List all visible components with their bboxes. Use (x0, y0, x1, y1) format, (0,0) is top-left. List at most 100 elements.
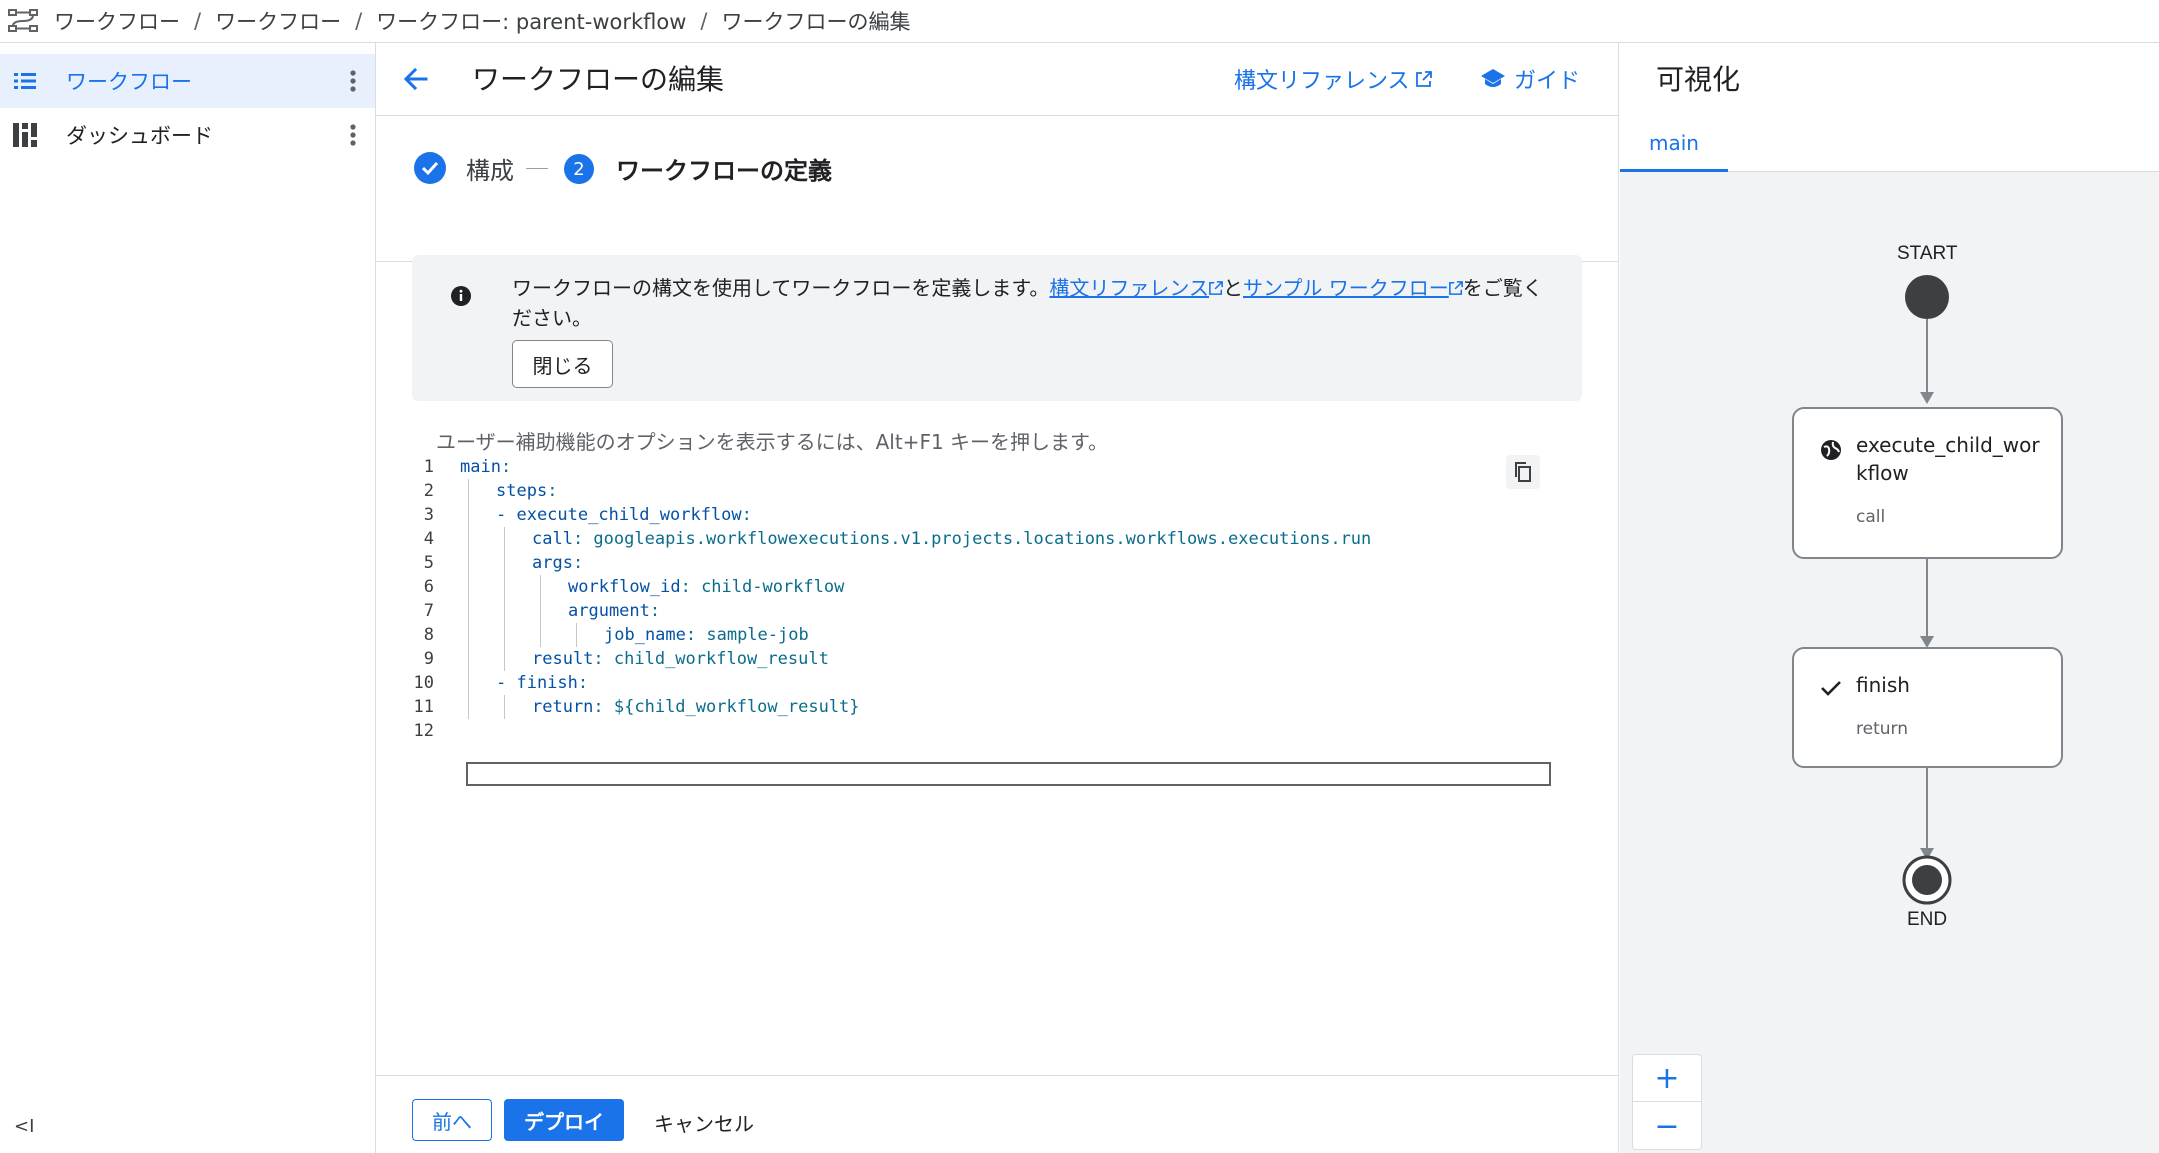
step-node-finish[interactable]: finish return (1792, 647, 2063, 768)
code-line[interactable]: 2 steps: (406, 479, 1586, 503)
code-value: : (572, 553, 584, 573)
indent-guide (468, 575, 469, 599)
code-line[interactable]: 5 args: (406, 551, 1586, 575)
code-value: : ${child_workflow_result} (593, 697, 860, 717)
sidebar-item-label: ワークフロー (66, 70, 192, 94)
sidebar-item-workflows[interactable]: ワークフロー (0, 54, 375, 108)
back-arrow-icon[interactable] (400, 63, 432, 95)
editor-header: ワークフローの編集 構文リファレンス ガイド (376, 43, 1618, 116)
dashboard-icon (12, 122, 38, 148)
more-vert-icon[interactable] (345, 67, 361, 95)
start-label: START (1897, 243, 1958, 264)
code-key: result (532, 649, 594, 669)
line-number: 5 (423, 553, 434, 573)
code-line[interactable]: 4 call: googleapis.workflowexecutions.v1.… (406, 527, 1586, 551)
previous-button[interactable]: 前へ (412, 1099, 492, 1141)
line-number: 3 (423, 505, 434, 525)
editor-footer: 前へ デプロイ キャンセル (376, 1075, 1618, 1153)
code-value: : child-workflow (680, 577, 845, 597)
code-key: - finish (496, 673, 578, 693)
globe-icon (1820, 439, 1842, 461)
indent-guide (468, 599, 469, 623)
code-key: steps (496, 481, 548, 501)
line-number: 2 (423, 481, 434, 501)
step-1-label[interactable]: 構成 (466, 151, 514, 186)
sidebar-item-label: ダッシュボード (66, 124, 213, 148)
code-text: argument: (568, 599, 660, 623)
info-text: ワークフローの構文を使用してワークフローを定義します。構文リファレンス とサンプル… (512, 273, 1562, 333)
more-vert-icon[interactable] (345, 121, 361, 149)
step-node-execute-child-workflow[interactable]: execute_child_wor kflow call (1792, 407, 2063, 559)
indent-guide (540, 623, 541, 647)
breadcrumb-item-parent-workflow[interactable]: ワークフロー: parent-workflow (376, 6, 686, 36)
editor-panel: ワークフローの編集 構文リファレンス ガイド 構成 2 ワークフローの定義 ワー… (376, 43, 1619, 1153)
breadcrumb-item-current: ワークフローの編集 (721, 10, 911, 34)
code-line[interactable]: 8 job_name: sample-job (406, 623, 1586, 647)
cancel-button[interactable]: キャンセル (654, 1108, 754, 1137)
breadcrumb-item-workflows-2[interactable]: ワークフロー (215, 6, 341, 36)
code-line[interactable]: 11 return: ${child_workflow_result} (406, 695, 1586, 719)
indent-guide (540, 599, 541, 623)
syntax-reference-link[interactable]: 構文リファレンス (1234, 63, 1432, 95)
sample-workflows-link[interactable]: サンプル ワークフロー (1243, 276, 1449, 300)
code-key: workflow_id (568, 577, 681, 597)
indent-guide (576, 623, 577, 647)
zoom-in-button[interactable]: + (1633, 1055, 1701, 1102)
node-title: finish (1856, 673, 1910, 697)
sidebar-item-dashboard[interactable]: ダッシュボード (0, 108, 375, 162)
close-button[interactable]: 閉じる (512, 340, 613, 388)
open-in-new-icon (1209, 281, 1223, 295)
arrowhead (1920, 392, 1934, 404)
deploy-button[interactable]: デプロイ (504, 1099, 624, 1141)
node-subtitle: return (1856, 719, 1908, 739)
code-line[interactable]: 7 argument: (406, 599, 1586, 623)
line-number: 6 (423, 577, 434, 597)
code-value: : (500, 457, 512, 477)
code-key: args (532, 553, 573, 573)
guide-link[interactable]: ガイド (1480, 63, 1580, 95)
code-line[interactable]: 9 result: child_workflow_result (406, 647, 1586, 671)
start-node[interactable] (1905, 275, 1949, 319)
info-text-mid: と (1223, 276, 1244, 300)
syntax-reference-inline-link[interactable]: 構文リファレンス (1049, 276, 1209, 300)
collapse-sidebar-button[interactable]: <I (14, 1116, 34, 1137)
line-number: 9 (423, 649, 434, 669)
check-icon (1820, 677, 1842, 699)
code-key: main (460, 457, 501, 477)
indent-guide (468, 503, 469, 527)
code-text: return: ${child_workflow_result} (532, 695, 860, 719)
indent-guide (504, 695, 505, 719)
code-line[interactable]: 10 - finish: (406, 671, 1586, 695)
breadcrumb-item-workflows[interactable]: ワークフロー (54, 6, 180, 36)
code-cursor-line[interactable] (466, 762, 1551, 786)
step-2-label: ワークフローの定義 (616, 157, 832, 185)
line-number: 7 (423, 601, 434, 621)
code-text: main: (460, 455, 511, 479)
line-number: 4 (423, 529, 434, 549)
code-text: workflow_id: child-workflow (568, 575, 844, 599)
sidebar: ワークフロー ダッシュボード <I (0, 43, 376, 1153)
code-line[interactable]: 3 - execute_child_workflow: (406, 503, 1586, 527)
breadcrumb-separator: / (355, 9, 363, 33)
code-line[interactable]: 12 (406, 719, 1586, 743)
zoom-out-button[interactable]: − (1633, 1103, 1701, 1150)
school-icon (1481, 69, 1505, 87)
code-text: args: (532, 551, 583, 575)
code-text: steps: (496, 479, 557, 503)
stepper: 構成 2 ワークフローの定義 (376, 116, 1618, 262)
code-value: : child_workflow_result (593, 649, 829, 669)
code-line[interactable]: 6 workflow_id: child-workflow (406, 575, 1586, 599)
code-line[interactable]: 1 main: (406, 455, 1586, 479)
code-text: result: child_workflow_result (532, 647, 829, 671)
code-editor[interactable]: 1 main: 2 steps: 3- execute_child_workflow: 4… (406, 455, 1586, 743)
indent-guide (504, 623, 505, 647)
line-number: 1 (423, 457, 434, 477)
indent-guide (468, 647, 469, 671)
line-number: 12 (413, 721, 434, 741)
open-in-new-icon (1415, 71, 1432, 87)
code-value: : (547, 481, 558, 501)
breadcrumb-separator: / (194, 9, 202, 33)
indent-guide (540, 575, 541, 599)
step-complete-check-icon (414, 152, 446, 184)
syntax-reference-label: 構文リファレンス (1234, 69, 1410, 94)
